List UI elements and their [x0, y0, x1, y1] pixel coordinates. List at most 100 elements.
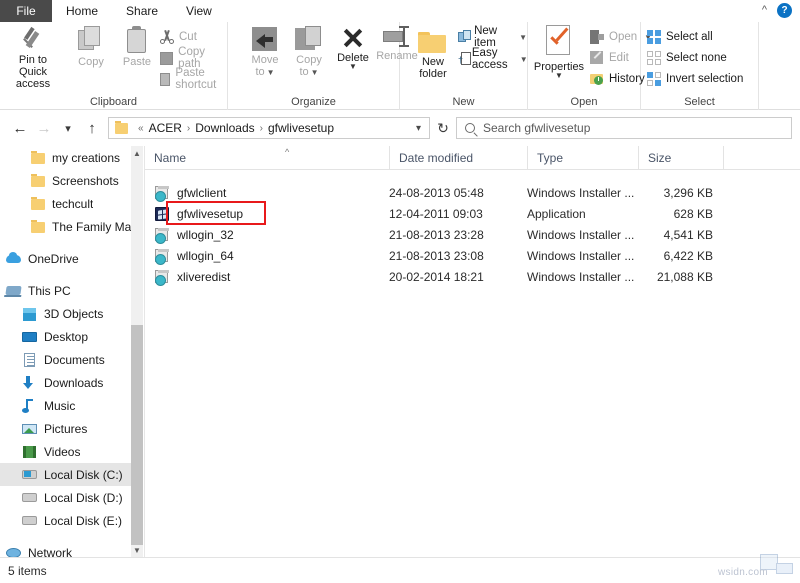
scroll-down-icon[interactable]: ▼: [131, 543, 143, 557]
file-row[interactable]: gfwlclient 24-08-2013 05:48 Windows Instal…: [145, 182, 800, 203]
sidebar-item-network[interactable]: Network: [0, 541, 143, 557]
column-header-name[interactable]: Name ^: [145, 146, 389, 170]
breadcrumb-item-downloads[interactable]: Downloads: [195, 121, 254, 135]
sidebar-item-desktop[interactable]: Desktop: [0, 325, 143, 348]
address-bar[interactable]: « ACER › Downloads › gfwlivesetup ▾: [108, 117, 430, 139]
network-icon: [6, 545, 22, 557]
copy-icon: [78, 26, 104, 54]
breadcrumb-overflow[interactable]: «: [138, 123, 144, 134]
file-row[interactable]: wllogin_32 21-08-2013 23:28 Windows Instal…: [145, 224, 800, 245]
invert-selection-button[interactable]: Invert selection: [647, 70, 743, 88]
onedrive-cloud-icon: [6, 251, 22, 267]
edit-button[interactable]: Edit: [590, 49, 629, 67]
sidebar-item-pictures[interactable]: Pictures: [0, 417, 143, 440]
properties-button[interactable]: Properties ▼: [530, 25, 588, 80]
copy-path-button[interactable]: Copy path: [160, 46, 227, 70]
file-type-cell: Windows Installer ...: [527, 248, 635, 263]
search-box[interactable]: Search gfwlivesetup: [456, 117, 792, 139]
column-header-date-modified[interactable]: Date modified: [389, 146, 527, 170]
navigation-scrollbar[interactable]: ▲ ▼: [131, 146, 143, 557]
file-row[interactable]: xliveredist 20-02-2014 18:21 Windows Insta…: [145, 266, 800, 287]
tab-share[interactable]: Share: [112, 0, 172, 22]
sidebar-item-documents[interactable]: Documents: [0, 348, 143, 371]
folder-icon: [30, 196, 46, 212]
easy-access-button[interactable]: † Easy access ▼: [458, 47, 528, 71]
file-name-cell: wllogin_64: [154, 245, 234, 266]
select-all-label: Select all: [666, 31, 713, 43]
navigation-pane[interactable]: my creations Screenshots techcult The Famil…: [0, 146, 143, 557]
up-button[interactable]: ↑: [80, 116, 104, 140]
sidebar-item-techcult[interactable]: techcult: [0, 192, 143, 215]
sidebar-item-local-disk-e[interactable]: Local Disk (E:): [0, 509, 143, 532]
folder-icon: [30, 219, 46, 235]
file-date-cell: 21-08-2013 23:28: [389, 227, 484, 242]
pictures-icon: [22, 421, 38, 437]
sidebar-item-local-disk-d[interactable]: Local Disk (D:): [0, 486, 143, 509]
refresh-glyph: ↻: [437, 119, 449, 136]
paste-shortcut-button[interactable]: Paste shortcut: [160, 67, 227, 91]
tab-home[interactable]: Home: [52, 0, 113, 22]
tab-file[interactable]: File: [0, 0, 52, 22]
help-icon[interactable]: ?: [777, 3, 792, 18]
breadcrumb-item-acer[interactable]: ACER: [149, 121, 182, 135]
sidebar-item-this-pc[interactable]: This PC: [0, 279, 143, 302]
ribbon-group-new: New folder New item ▼ † Easy access ▼ Ne…: [400, 22, 528, 110]
refresh-button[interactable]: ↻: [430, 120, 456, 137]
invert-selection-icon: [647, 72, 661, 86]
new-folder-button[interactable]: New folder: [404, 30, 462, 80]
file-row[interactable]: gfwlivesetup 12-04-2011 09:03 Application 6…: [145, 203, 800, 224]
tab-view[interactable]: View: [172, 0, 226, 22]
paste-shortcut-label: Paste shortcut: [175, 67, 217, 91]
cut-button[interactable]: Cut: [160, 28, 197, 46]
back-button[interactable]: ←: [8, 116, 32, 140]
file-name-label: wllogin_32: [177, 227, 234, 242]
cut-label: Cut: [179, 31, 197, 43]
sidebar-item-onedrive[interactable]: OneDrive: [0, 247, 143, 270]
sidebar-item-music[interactable]: Music: [0, 394, 143, 417]
sidebar-item-label: Music: [44, 398, 76, 413]
history-label: History: [609, 73, 645, 85]
file-name-cell: gfwlclient: [154, 182, 226, 203]
folder-icon: [30, 150, 46, 166]
sidebar-item-screenshots[interactable]: Screenshots: [0, 169, 143, 192]
ribbon-tab-strip: File Home Share View ^ ?: [0, 0, 800, 22]
breadcrumb-separator-1[interactable]: ›: [187, 123, 190, 134]
chevron-down-icon[interactable]: ▾: [416, 123, 427, 134]
breadcrumb-item-gfwlivesetup[interactable]: gfwlivesetup: [268, 121, 334, 135]
file-list-pane[interactable]: Name ^ Date modified Type Size gfwlclien…: [144, 146, 800, 557]
msi-icon: [154, 227, 170, 244]
sidebar-item-local-disk-c[interactable]: Local Disk (C:): [0, 463, 143, 486]
new-item-dropdown-icon[interactable]: ▼: [519, 33, 527, 42]
select-all-button[interactable]: Select all: [647, 28, 713, 46]
column-header-size[interactable]: Size: [638, 146, 723, 170]
sidebar-item-downloads[interactable]: Downloads: [0, 371, 143, 394]
move-to-icon: [251, 26, 279, 52]
select-none-button[interactable]: Select none: [647, 49, 727, 67]
sidebar-item-videos[interactable]: Videos: [0, 440, 143, 463]
downloads-icon: [22, 375, 38, 391]
new-folder-label-2: folder: [419, 68, 447, 80]
forward-button[interactable]: →: [32, 116, 56, 140]
scrollbar-thumb[interactable]: [131, 325, 143, 545]
paste-button[interactable]: Paste: [108, 26, 166, 68]
column-header-type[interactable]: Type: [527, 146, 638, 170]
sidebar-item-3d-objects[interactable]: 3D Objects: [0, 302, 143, 325]
breadcrumb-separator-2[interactable]: ›: [260, 123, 263, 134]
new-item-button[interactable]: New item ▼: [458, 25, 527, 49]
pin-to-quick-access-button[interactable]: Pin to Quick access: [4, 26, 62, 90]
properties-dropdown-icon[interactable]: ▼: [555, 72, 563, 80]
history-button[interactable]: History: [590, 70, 645, 88]
music-icon: [22, 398, 38, 414]
scroll-up-icon[interactable]: ▲: [131, 146, 143, 160]
disk-system-icon: [22, 467, 38, 483]
column-header-spacer[interactable]: [723, 146, 800, 170]
move-to-label-1: Move: [251, 54, 279, 66]
sidebar-item-my-creations[interactable]: my creations: [0, 146, 143, 169]
easy-access-dropdown-icon[interactable]: ▼: [520, 55, 528, 64]
sidebar-item-the-family-man-s[interactable]: The Family Man S: [0, 215, 143, 238]
file-row[interactable]: wllogin_64 21-08-2013 23:08 Windows Instal…: [145, 245, 800, 266]
chevron-up-icon[interactable]: ^: [762, 5, 767, 16]
delete-dropdown-icon[interactable]: ▼: [349, 63, 357, 71]
recent-locations-button[interactable]: ▾: [56, 116, 80, 140]
sidebar-item-label: OneDrive: [28, 251, 79, 266]
